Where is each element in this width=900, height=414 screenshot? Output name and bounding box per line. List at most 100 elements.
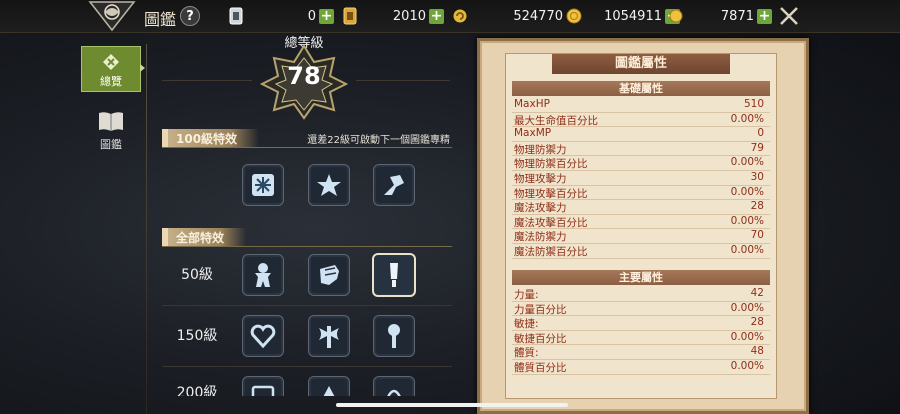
dragon-icon	[384, 175, 404, 195]
sidebar-item-label: 圖鑑	[100, 138, 122, 151]
main-attributes-header: 主要屬性	[512, 270, 770, 285]
attribute-row: 力量: 42	[512, 286, 770, 302]
partial-row: 200級	[162, 376, 452, 396]
row-label: 50級	[181, 267, 213, 283]
effect-tile-heart[interactable]	[242, 315, 284, 357]
resource-value: 2010	[392, 8, 426, 24]
attribute-value: 0.00%	[730, 360, 764, 372]
effect-tile-dragon[interactable]	[373, 164, 415, 206]
resource-gold: 1054911 +	[592, 6, 680, 26]
sidebar-item-overview[interactable]: 總覽	[81, 46, 141, 92]
section-title: 全部特效	[162, 228, 247, 246]
home-indicator	[336, 403, 568, 407]
attribute-value: 0.00%	[730, 214, 764, 227]
attribute-value: 0.00%	[730, 330, 764, 343]
panel-corner	[793, 38, 809, 54]
attribute-name: MaxMP	[514, 127, 552, 140]
attribute-value: 0	[757, 127, 764, 140]
selected-tab-arrow	[140, 64, 145, 72]
card-icon	[229, 7, 243, 25]
basic-attributes-header: 基礎屬性	[512, 81, 770, 96]
attribute-value: 28	[750, 316, 764, 329]
add-card-button[interactable]: +	[319, 8, 334, 24]
attribute-row: 魔法攻擊百分比 0.00%	[512, 214, 770, 230]
dragon-emblem-icon	[88, 1, 136, 32]
attribute-value: 42	[750, 287, 764, 299]
attribute-name: MaxHP	[514, 98, 550, 110]
page-title: 圖鑑	[144, 10, 177, 29]
resource-refresh-coin: 524770	[452, 6, 582, 26]
attribute-value: 79	[750, 141, 764, 154]
add-coupon-button[interactable]: +	[429, 8, 444, 24]
resource-value: 7871	[720, 8, 754, 24]
sidebar-item-label: 總覽	[100, 75, 122, 88]
attribute-row: 最大生命值百分比 0.00%	[512, 112, 770, 128]
resource-small-gold: 7871 +	[668, 6, 772, 26]
effect-tile-star[interactable]	[308, 164, 350, 206]
divider	[356, 80, 450, 81]
effect-tile-snowflake[interactable]	[242, 164, 284, 206]
triangle-icon	[323, 386, 335, 396]
row-divider	[162, 305, 452, 306]
resource-value: 1054911	[604, 8, 662, 24]
coupon-icon	[343, 7, 357, 25]
attribute-row: 體質: 48	[512, 344, 770, 360]
attribute-value: 48	[750, 345, 764, 358]
panel-corner	[793, 398, 809, 414]
effect-tile-shield[interactable]	[242, 376, 284, 396]
gingerbread-icon	[255, 263, 271, 287]
attribute-value: 510	[743, 98, 764, 110]
attribute-row: 體質百分比 0.00%	[512, 359, 770, 375]
refresh-coin-icon	[453, 9, 467, 23]
heart-icon	[250, 324, 276, 349]
effect-tile-axe[interactable]	[308, 315, 350, 357]
add-small-gold-button[interactable]: +	[757, 8, 772, 24]
attribute-name: 魔法防禦百分比	[514, 246, 588, 258]
overview-icon	[103, 54, 119, 70]
book-icon	[99, 112, 123, 131]
attribute-row: 魔法防禦力 70	[512, 228, 770, 244]
attribute-value: 30	[750, 171, 764, 183]
row-divider	[162, 366, 452, 367]
gold-coin-stack-icon	[566, 8, 582, 24]
total-level-value: 78	[287, 62, 321, 90]
help-button[interactable]: ?	[180, 6, 200, 26]
shield-icon	[251, 385, 275, 396]
attribute-row: 敏捷: 28	[512, 315, 770, 331]
top-bar: 圖鑑 ? 0 + 2010 + 524770 1054911 + 7871 +	[0, 0, 900, 33]
snowflake-icon	[252, 174, 274, 196]
section-hint: 還差22級可啟動下一個圖鑑專精	[307, 135, 450, 146]
attribute-row: 力量百分比 0.00%	[512, 301, 770, 317]
attribute-value: 28	[750, 200, 764, 213]
attribute-value: 0.00%	[730, 244, 764, 256]
attribute-value: 0.00%	[730, 301, 764, 314]
sword-icon	[390, 263, 398, 287]
resource-value: 0	[307, 8, 316, 24]
sidebar-item-book[interactable]: 圖鑑	[94, 110, 128, 151]
star-icon	[317, 174, 341, 196]
attribute-row: 物理攻擊力 30	[512, 170, 770, 186]
axe-icon	[319, 326, 339, 348]
effect-tile-staff[interactable]	[373, 376, 415, 396]
close-icon[interactable]	[777, 4, 801, 28]
attributes-list[interactable]: 圖鑑屬性 基礎屬性 MaxHP 510 最大生命值百分比 0.00% MaxMP 0 物理防…	[505, 53, 777, 399]
attribute-row: 魔法防禦百分比 0.00%	[512, 243, 770, 259]
mace-icon	[388, 324, 400, 348]
attribute-row: MaxHP 510	[512, 97, 770, 113]
attribute-row: 物理防禦百分比 0.00%	[512, 155, 770, 171]
attribute-value: 0.00%	[730, 156, 764, 169]
resource-card: 0 +	[228, 6, 334, 26]
row-label: 150級	[176, 328, 218, 344]
staff-icon	[387, 389, 401, 396]
effect-tile-mace[interactable]	[373, 315, 415, 357]
effect-tile-gingerbread[interactable]	[242, 254, 284, 296]
fist-icon	[320, 265, 339, 285]
panel-corner	[477, 38, 493, 54]
section-all-header: 全部特效	[162, 228, 452, 247]
attribute-row: 魔法攻擊力 28	[512, 199, 770, 215]
effect-tile-sword[interactable]	[372, 253, 416, 297]
collection-attributes-panel: 圖鑑屬性 基礎屬性 MaxHP 510 最大生命值百分比 0.00% MaxMP 0 物理防…	[477, 38, 809, 414]
effect-tile-triangle[interactable]	[308, 376, 350, 396]
attribute-value: 70	[750, 229, 764, 242]
effect-tile-fist[interactable]	[308, 254, 350, 296]
